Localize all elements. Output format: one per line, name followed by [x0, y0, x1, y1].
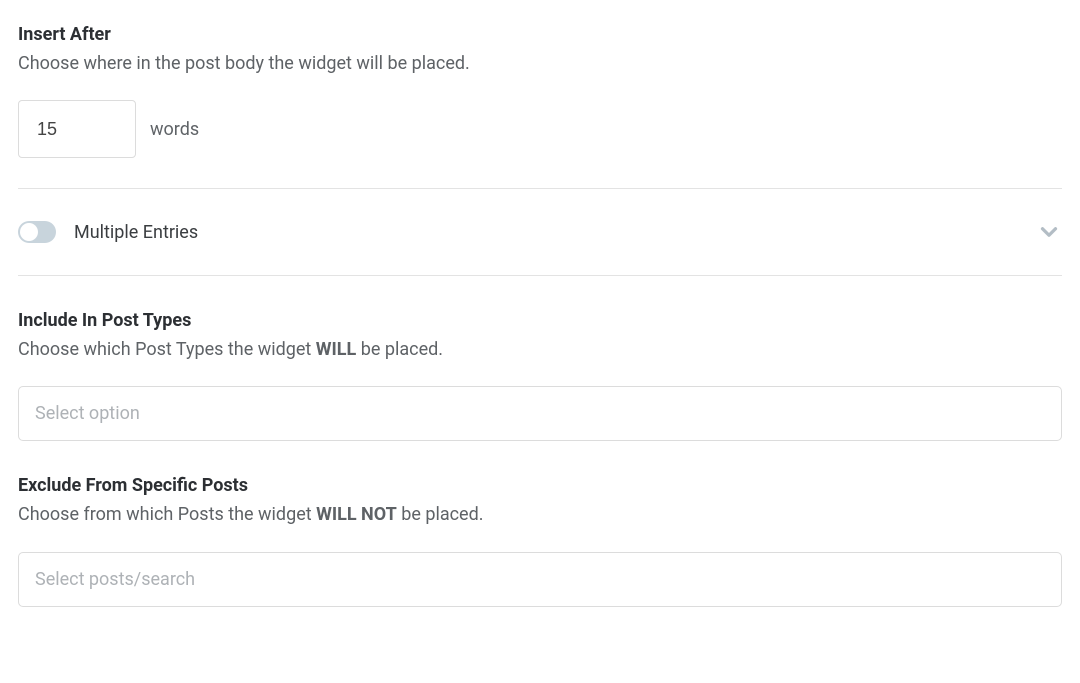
insert-after-unit: words: [150, 119, 199, 140]
include-select[interactable]: Select option: [18, 386, 1062, 441]
include-desc-after: be placed.: [356, 339, 443, 360]
include-title: Include In Post Types: [18, 310, 1062, 331]
exclude-select[interactable]: Select posts/search: [18, 552, 1062, 607]
exclude-desc-strong: WILL NOT: [316, 504, 397, 525]
multiple-entries-label: Multiple Entries: [74, 222, 1036, 243]
exclude-description: Choose from which Posts the widget WILL …: [18, 502, 1062, 527]
exclude-title: Exclude From Specific Posts: [18, 475, 1062, 496]
insert-after-row: words: [18, 100, 1062, 158]
insert-after-description: Choose where in the post body the widget…: [18, 51, 1062, 76]
include-description: Choose which Post Types the widget WILL …: [18, 337, 1062, 362]
insert-after-title: Insert After: [18, 24, 1062, 45]
insert-after-input[interactable]: [18, 100, 136, 158]
toggle-knob: [20, 223, 38, 241]
include-desc-before: Choose which Post Types the widget: [18, 339, 316, 360]
chevron-down-icon[interactable]: [1036, 219, 1062, 245]
exclude-section: Exclude From Specific Posts Choose from …: [18, 475, 1062, 606]
multiple-entries-toggle[interactable]: [18, 221, 56, 243]
include-section: Include In Post Types Choose which Post …: [18, 310, 1062, 441]
multiple-entries-row[interactable]: Multiple Entries: [18, 189, 1062, 275]
exclude-desc-after: be placed.: [397, 504, 484, 525]
exclude-desc-before: Choose from which Posts the widget: [18, 504, 316, 525]
include-desc-strong: WILL: [316, 339, 357, 360]
divider: [18, 275, 1062, 276]
